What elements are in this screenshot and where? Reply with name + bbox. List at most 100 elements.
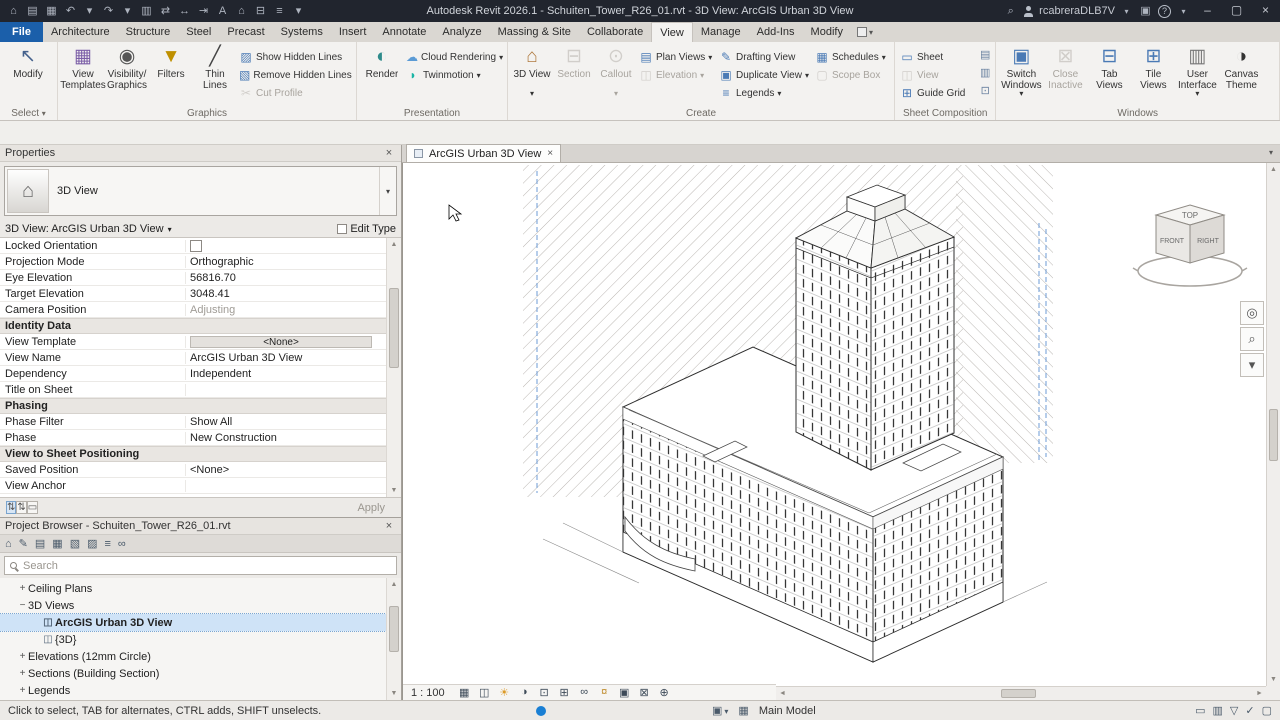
drag-elements-icon[interactable]: ▢ <box>1262 704 1272 717</box>
ribbon-item[interactable]: ▣ Duplicate View <box>717 66 813 84</box>
ribbon-button[interactable]: ⊟ Tab Views <box>1087 44 1131 99</box>
tree-expander-icon[interactable]: + <box>17 651 28 662</box>
properties-close-icon[interactable]: × <box>382 147 396 159</box>
panel-label-presentation[interactable]: Presentation <box>357 107 507 120</box>
tree-item[interactable]: − 3D Views <box>0 597 386 614</box>
edit-type-button[interactable]: Edit Type <box>337 223 396 235</box>
panel-label-windows[interactable]: Windows <box>996 107 1279 120</box>
property-value[interactable]: 3048.41 <box>186 288 386 300</box>
scroll-thumb[interactable] <box>389 606 399 652</box>
ribbon-button[interactable]: ▼ Filters <box>149 44 193 91</box>
property-value[interactable]: <None> <box>186 464 386 476</box>
ribbon-item[interactable]: ◫ View <box>898 66 976 84</box>
scroll-left-icon[interactable] <box>776 687 789 700</box>
project-browser-header[interactable]: Project Browser - Schuiten_Tower_R26_01.… <box>0 518 401 535</box>
ribbon-button[interactable]: ╱ Thin Lines <box>193 44 237 91</box>
temporary-view-properties-icon[interactable]: ▣ <box>615 686 634 699</box>
ribbon-tab[interactable]: Massing & Site <box>490 22 579 42</box>
ribbon-item[interactable]: ✎ Drafting View <box>717 48 813 66</box>
select-toggle-icon[interactable]: ✓ <box>1245 704 1254 717</box>
default-3d-view-icon[interactable]: ⌂ <box>232 0 251 22</box>
properties-header[interactable]: Properties × <box>0 145 401 162</box>
scroll-down-icon[interactable] <box>1267 673 1280 686</box>
tree-item[interactable]: + Elevations (12mm Circle) <box>0 648 386 665</box>
ribbon-item[interactable]: ▦ Schedules <box>813 48 891 66</box>
hide-analytical-model-icon[interactable]: ⊠ <box>635 686 654 699</box>
zoom-icon[interactable]: ⌕ <box>1240 327 1264 351</box>
design-options-dropdown[interactable]: ▣ <box>712 704 728 717</box>
ribbon-button[interactable]: ▥ User Interface <box>1175 44 1219 99</box>
ribbon-item[interactable]: ≡ Legends <box>717 84 813 102</box>
ribbon-button[interactable]: ⊠ Close Inactive <box>1043 44 1087 99</box>
steering-wheel-icon[interactable]: ◎ <box>1240 301 1264 325</box>
app-home-icon[interactable]: ⌂ <box>4 0 23 22</box>
ribbon-item[interactable]: ✂ Cut Profile <box>237 84 353 102</box>
revisions-icon[interactable]: ▥ <box>980 66 990 82</box>
browser-grid-icon[interactable]: ▦ <box>52 537 62 550</box>
measure-icon[interactable]: ↔ <box>175 0 194 22</box>
thin-lines-icon[interactable]: ≡ <box>270 0 289 22</box>
sort-ascending-icon[interactable]: ⇅ <box>6 501 16 514</box>
aligned-dimension-icon[interactable]: ⇥ <box>194 0 213 22</box>
ribbon-item[interactable]: ▤ Plan Views <box>637 48 717 66</box>
reveal-constraints-icon[interactable]: ⊕ <box>655 686 674 699</box>
ribbon-item[interactable]: ▧ Remove Hidden Lines <box>237 66 353 84</box>
scroll-thumb[interactable] <box>1001 689 1036 698</box>
ribbon-tab[interactable]: Architecture <box>43 22 118 42</box>
active-workset-label[interactable]: Main Model <box>759 705 816 717</box>
print-icon[interactable]: ▥ <box>137 0 156 22</box>
scroll-down-icon[interactable] <box>387 687 401 700</box>
vertical-scrollbar[interactable] <box>1266 163 1280 686</box>
tree-expander-icon[interactable]: − <box>17 600 28 611</box>
undo-icon[interactable]: ↶ <box>61 0 80 22</box>
ribbon-tab[interactable]: View <box>651 22 693 42</box>
worksharing-display-icon[interactable]: ▭ <box>1195 704 1205 717</box>
design-options-icon[interactable]: ▥ <box>1213 704 1223 717</box>
tree-item[interactable]: ◫ {3D} <box>0 631 386 648</box>
view-cube[interactable]: TOP FRONT RIGHT <box>1130 191 1250 295</box>
tree-item[interactable]: + Ceiling Plans <box>0 580 386 597</box>
visual-style-icon[interactable]: ◫ <box>475 686 494 699</box>
ribbon-tab[interactable]: Collaborate <box>579 22 651 42</box>
qat-customize-icon[interactable]: ▾ <box>289 0 308 22</box>
type-selector-caret-icon[interactable] <box>379 167 396 215</box>
ribbon-button[interactable]: ▦ View Templates <box>61 44 105 91</box>
ribbon-tab[interactable]: Precast <box>219 22 272 42</box>
ribbon-tab[interactable]: Manage <box>693 22 749 42</box>
scroll-up-icon[interactable] <box>387 578 401 591</box>
panel-label-create[interactable]: Create <box>508 107 894 120</box>
maximize-button[interactable]: ▢ <box>1222 0 1251 22</box>
ribbon-button[interactable]: ◉ Visibility/ Graphics <box>105 44 149 91</box>
browser-schedules-icon[interactable]: ▨ <box>87 537 97 550</box>
search-input[interactable] <box>23 560 391 572</box>
scroll-up-icon[interactable] <box>1267 163 1280 176</box>
panel-label-select[interactable]: Select <box>0 107 57 120</box>
panel-label-sheet-composition[interactable]: Sheet Composition <box>895 107 995 120</box>
property-value[interactable]: New Construction <box>186 432 386 444</box>
property-value[interactable]: Independent <box>186 368 386 380</box>
search-icon[interactable]: ⌕ <box>1001 0 1020 22</box>
viewports-icon[interactable]: ⊡ <box>980 84 990 100</box>
username[interactable]: rcabreraDLB7V <box>1037 5 1117 17</box>
property-value[interactable]: Orthographic <box>186 256 386 268</box>
ribbon-button[interactable]: ⊙ Callout <box>595 44 637 99</box>
property-value[interactable]: Show All <box>186 416 386 428</box>
browser-list-icon[interactable]: ▤ <box>35 537 45 550</box>
ribbon-tab[interactable]: Structure <box>118 22 179 42</box>
reveal-hidden-elements-icon[interactable]: ¤ <box>595 686 614 699</box>
communication-center-icon[interactable] <box>536 706 546 716</box>
help-icon[interactable]: ? <box>1158 5 1171 18</box>
browser-home-icon[interactable]: ⌂ <box>5 538 12 550</box>
tree-expander-icon[interactable]: + <box>17 668 28 679</box>
help-caret-icon[interactable] <box>1174 0 1193 23</box>
shadows-icon[interactable]: ◑ <box>515 686 534 699</box>
undo-dropdown-icon[interactable]: ▾ <box>80 0 99 22</box>
browser-search[interactable] <box>4 556 397 575</box>
tree-item[interactable]: + Legends <box>0 682 386 699</box>
type-selector[interactable]: ⌂ 3D View <box>4 166 397 216</box>
property-value[interactable]: 56816.70 <box>186 272 386 284</box>
text-icon[interactable]: A <box>213 0 232 22</box>
property-value[interactable]: Adjusting <box>186 304 386 316</box>
project-browser-close-icon[interactable]: × <box>382 520 396 532</box>
ribbon-button[interactable]: ⊞ Tile Views <box>1131 44 1175 99</box>
